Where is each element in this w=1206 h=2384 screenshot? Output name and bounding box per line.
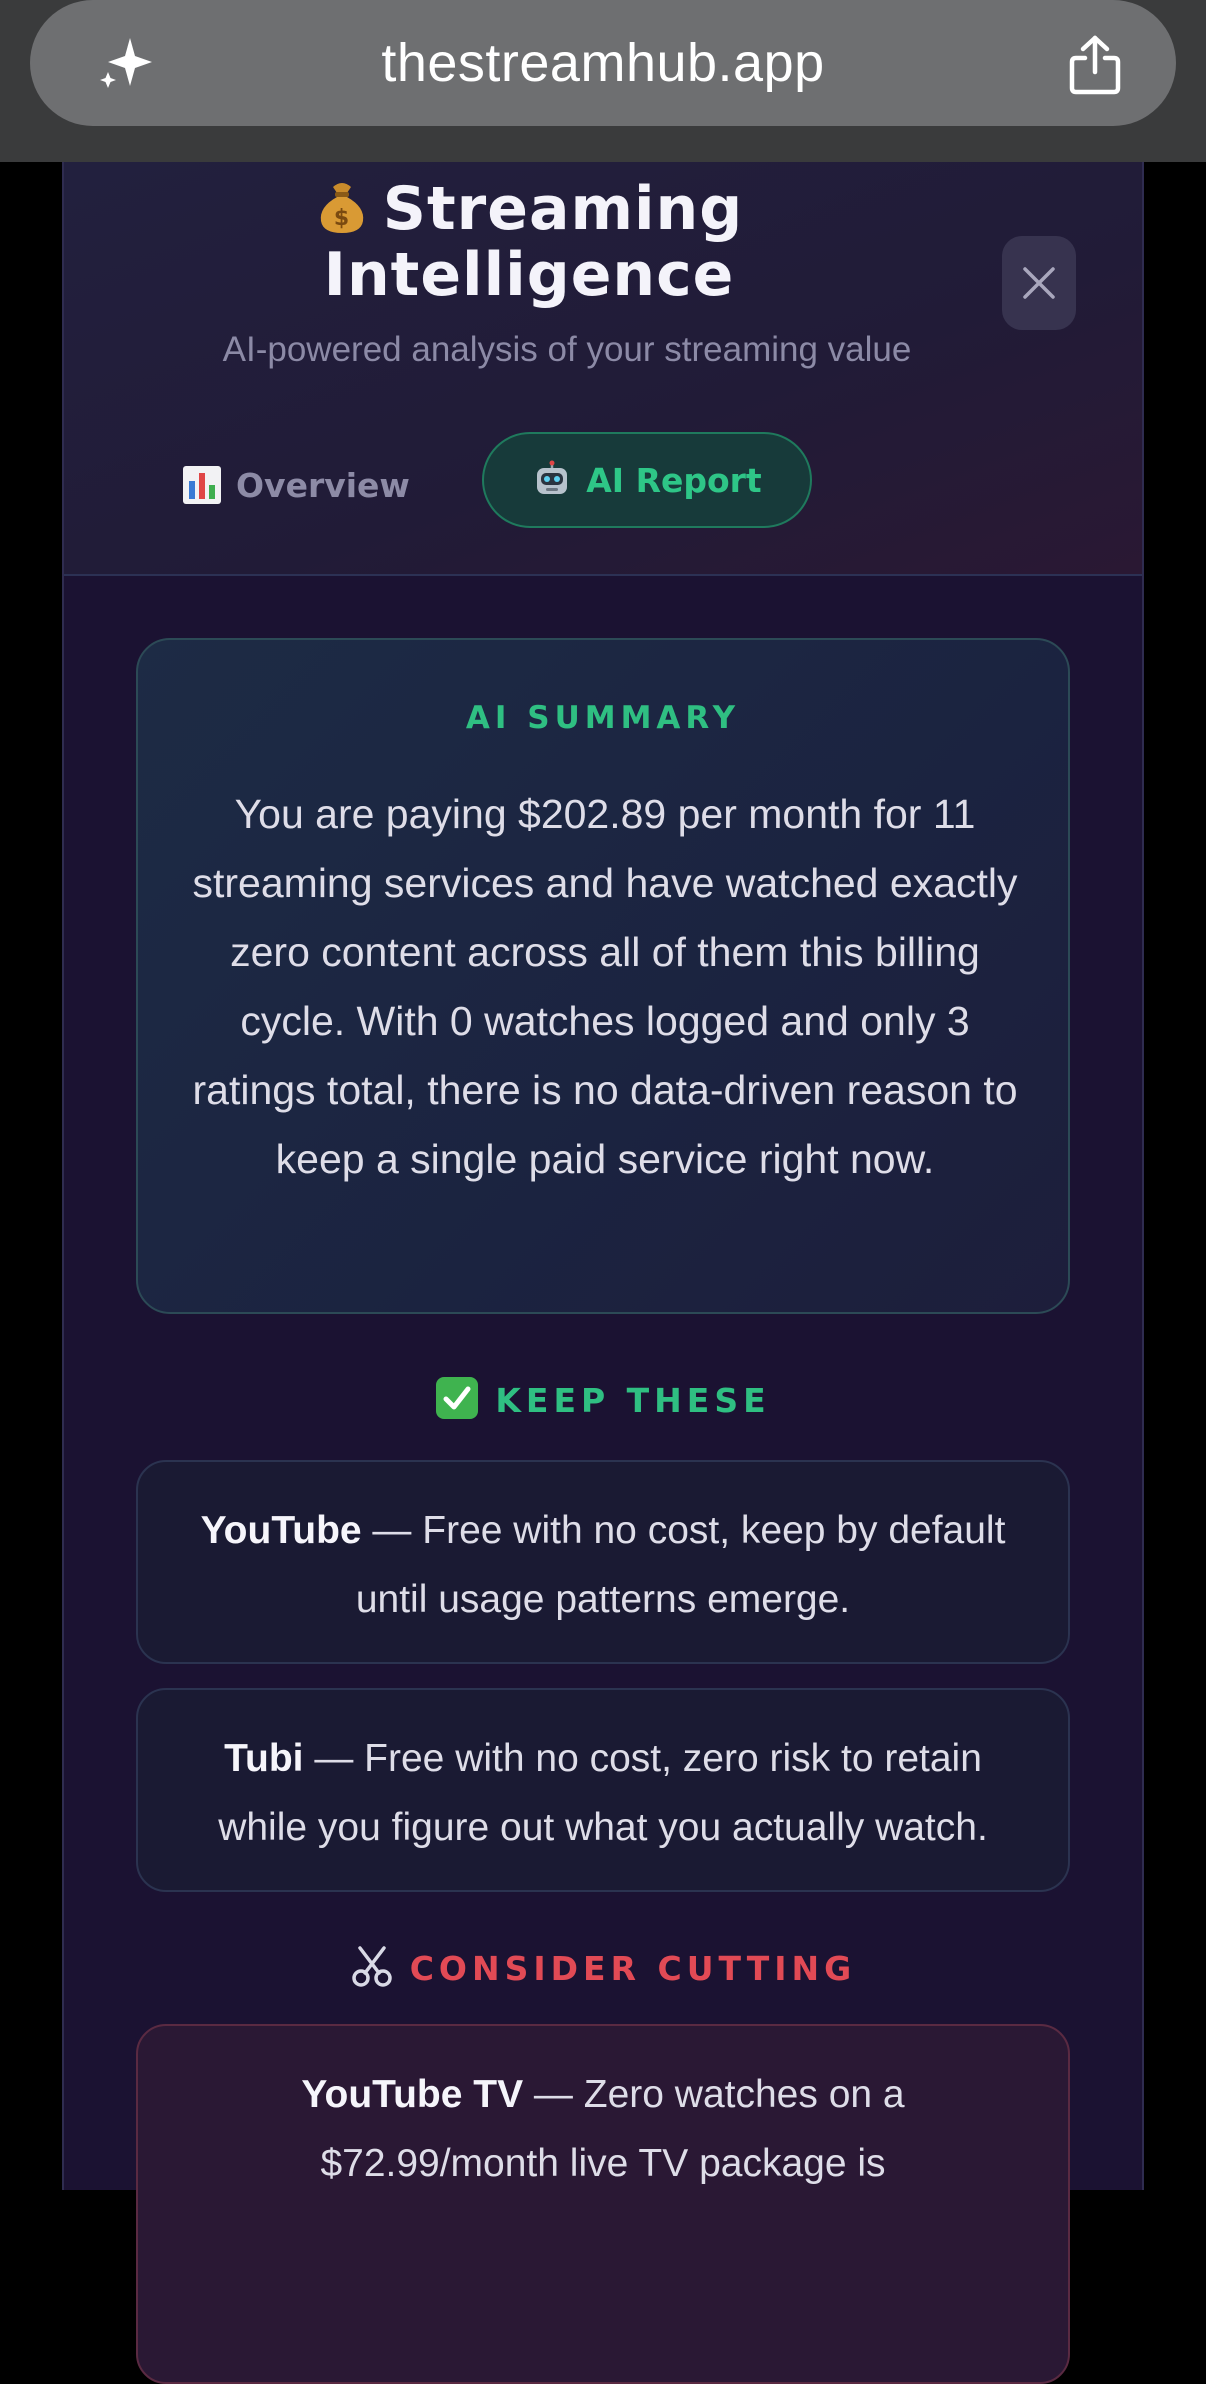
tab-overview-label: Overview bbox=[236, 465, 410, 505]
keep-item-name: Tubi bbox=[224, 1737, 304, 1780]
svg-text:$: $ bbox=[334, 206, 350, 231]
scissors-icon bbox=[351, 1946, 392, 1987]
check-box-icon bbox=[436, 1377, 479, 1419]
page-title: $ Streaming Intelligence bbox=[224, 176, 834, 308]
keep-item-youtube: YouTube — Free with no cost, keep by def… bbox=[136, 1460, 1070, 1664]
keep-these-heading: KEEP THESE bbox=[64, 1376, 1142, 1420]
ai-summary-card: AI SUMMARY You are paying $202.89 per mo… bbox=[136, 638, 1070, 1314]
ai-summary-heading: AI SUMMARY bbox=[465, 700, 741, 736]
address-bar[interactable]: thestreamhub.app bbox=[30, 0, 1176, 126]
close-icon bbox=[1023, 267, 1055, 299]
bar-chart-icon bbox=[183, 466, 221, 504]
cut-item-youtube-tv: YouTube TV — Zero watches on a $72.99/mo… bbox=[136, 2024, 1070, 2384]
keep-item-tubi: Tubi — Free with no cost, zero risk to r… bbox=[136, 1688, 1070, 1892]
page-subtitle: AI-powered analysis of your streaming va… bbox=[222, 330, 912, 369]
title-line-2: Intelligence bbox=[323, 240, 735, 310]
tab-ai-report-label: AI Report bbox=[586, 460, 762, 500]
url-text: thestreamhub.app bbox=[381, 33, 825, 93]
keep-item-text: — Free with no cost, zero risk to retain… bbox=[218, 1737, 988, 1849]
browser-toolbar: thestreamhub.app bbox=[0, 0, 1206, 162]
tab-ai-report[interactable]: AI Report bbox=[482, 432, 812, 528]
keep-item-text: — Free with no cost, keep by default unt… bbox=[355, 1509, 1006, 1621]
ai-summary-text: You are paying $202.89 per month for 11 … bbox=[192, 791, 1018, 1182]
cut-item-name: YouTube TV bbox=[301, 2073, 524, 2116]
keep-item-name: YouTube bbox=[200, 1509, 362, 1552]
tab-overview[interactable]: Overview bbox=[182, 442, 410, 528]
title-line-1: $ Streaming bbox=[224, 176, 834, 242]
close-button[interactable] bbox=[1002, 236, 1076, 330]
consider-cutting-heading: CONSIDER CUTTING bbox=[64, 1944, 1142, 1988]
robot-icon bbox=[537, 460, 568, 494]
share-icon[interactable] bbox=[1066, 34, 1124, 96]
money-bag-icon: $ bbox=[320, 183, 363, 233]
intelligence-panel: $ Streaming Intelligence AI-powered anal… bbox=[62, 162, 1144, 2384]
panel-header: $ Streaming Intelligence AI-powered anal… bbox=[64, 162, 1142, 576]
sparkle-icon[interactable] bbox=[94, 32, 158, 96]
